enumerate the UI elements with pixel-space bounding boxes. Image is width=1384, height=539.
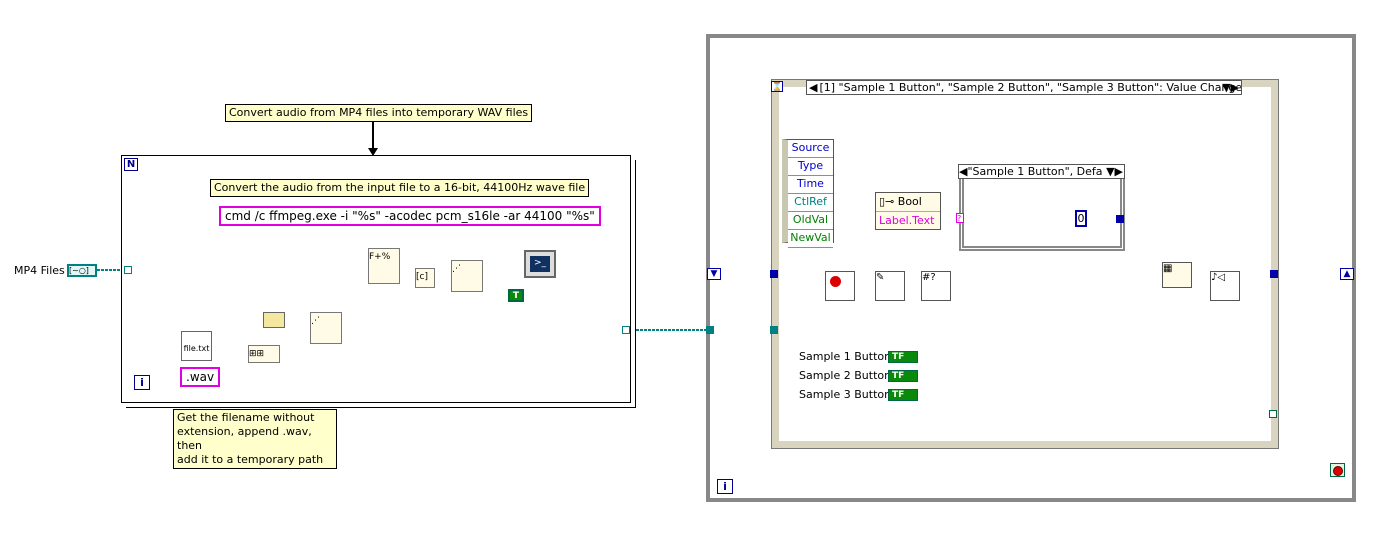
concat-icon: ⊞⊞ bbox=[249, 349, 265, 359]
temp-dir-folder-icon[interactable] bbox=[263, 312, 285, 328]
zero-constant[interactable]: 0 bbox=[1075, 210, 1087, 227]
event-data-type[interactable]: Type bbox=[788, 158, 833, 176]
case-selector[interactable]: ◀"Sample 1 Button", Defa ▼▶ bbox=[958, 164, 1125, 179]
loop-count-terminal[interactable]: N bbox=[124, 158, 138, 171]
comment-line-1: Get the filename without bbox=[177, 411, 315, 424]
case-tunnel bbox=[1116, 215, 1124, 223]
tunnel-out bbox=[622, 326, 630, 334]
sound-output-info-node[interactable]: #? bbox=[921, 271, 951, 301]
build-path-icon: ⋰ bbox=[452, 264, 461, 274]
cmd-string-constant[interactable]: cmd /c ffmpeg.exe -i "%s" -acodec pcm_s1… bbox=[219, 206, 601, 226]
mp4-files-control[interactable]: [~○] bbox=[67, 264, 97, 277]
property-node[interactable]: ▯⊸ Bool Label.Text bbox=[875, 192, 941, 230]
property-label-text[interactable]: Label.Text bbox=[876, 212, 940, 229]
comment-filename: Get the filename without extension, appe… bbox=[173, 409, 337, 469]
speaker-icon: ♪◁ bbox=[1211, 272, 1226, 283]
index-array-node[interactable]: ▦ bbox=[1162, 262, 1192, 288]
comment-line-3: add it to a temporary path bbox=[177, 453, 324, 466]
shift-register-right[interactable]: ▲ bbox=[1340, 268, 1354, 280]
wav-string-constant[interactable]: .wav bbox=[180, 367, 221, 387]
event-selector-label: [1] "Sample 1 Button", "Sample 2 Button"… bbox=[819, 81, 1242, 94]
stop-icon bbox=[1332, 466, 1343, 476]
record-icon bbox=[830, 276, 841, 287]
comment-wave-format: Convert the audio from the input file to… bbox=[210, 179, 590, 197]
true-constant[interactable]: T bbox=[508, 289, 524, 302]
prev-event-icon[interactable]: ◀ bbox=[807, 81, 819, 94]
stop-tunnel bbox=[1269, 410, 1277, 418]
case-selector-terminal: ? bbox=[956, 213, 964, 223]
case-dropdown-icon[interactable]: ▼▶ bbox=[1106, 165, 1123, 178]
event-data-ctlref[interactable]: CtlRef bbox=[788, 194, 833, 212]
case-selector-label: "Sample 1 Button", Defa bbox=[967, 165, 1103, 178]
event-path-tunnel bbox=[770, 326, 778, 334]
shift-register-left[interactable]: ▼ bbox=[707, 268, 721, 280]
event-selector[interactable]: ◀ [1] "Sample 1 Button", "Sample 2 Button… bbox=[806, 80, 1242, 95]
array-icon: ▦ bbox=[1163, 263, 1173, 274]
refnum-icon: ▯⊸ bbox=[879, 195, 895, 208]
sample-1-button-label: Sample 1 Button bbox=[799, 350, 892, 363]
event-data-newval[interactable]: NewVal bbox=[788, 230, 833, 248]
play-sound-file-node[interactable]: ♪◁ bbox=[1210, 271, 1240, 301]
tunnel-while-in bbox=[706, 326, 714, 334]
default-dir-node[interactable]: [c] bbox=[415, 268, 435, 288]
while-iteration-terminal[interactable]: i bbox=[717, 479, 733, 494]
info-icon: #? bbox=[922, 272, 936, 283]
system-exec-node[interactable]: >_ bbox=[524, 250, 556, 278]
timeout-terminal[interactable]: ⌛ bbox=[771, 81, 783, 92]
tunnel-mp4 bbox=[124, 266, 132, 274]
property-class-label: Bool bbox=[897, 195, 922, 208]
sample-3-button-terminal[interactable]: TF bbox=[888, 389, 918, 401]
path-constant-icon: [c] bbox=[416, 272, 428, 282]
terminal-icon: >_ bbox=[530, 256, 550, 272]
event-data-oldval[interactable]: OldVal bbox=[788, 212, 833, 230]
event-data-source[interactable]: Source bbox=[788, 140, 833, 158]
eraser-icon: ✎ bbox=[876, 272, 885, 283]
format-into-string-node[interactable]: F+% bbox=[368, 248, 400, 284]
sample-1-button-terminal[interactable]: TF bbox=[888, 351, 918, 363]
event-data-node: Source Type Time CtlRef OldVal NewVal bbox=[782, 139, 834, 248]
path-icon: [~○] bbox=[69, 266, 89, 275]
comment-convert-audio: Convert audio from MP4 files into tempor… bbox=[225, 104, 533, 122]
sample-3-button-label: Sample 3 Button bbox=[799, 388, 892, 401]
strip-extension-node[interactable]: file.txt bbox=[181, 331, 212, 361]
build-path-node[interactable]: ⋰ bbox=[451, 260, 483, 292]
sample-2-button-label: Sample 2 Button bbox=[799, 369, 892, 382]
file-icon-label: file.txt bbox=[183, 344, 210, 353]
comment-line-2: extension, append .wav, then bbox=[177, 425, 312, 452]
sound-output-clear-node[interactable]: ✎ bbox=[875, 271, 905, 301]
stop-terminal[interactable] bbox=[1330, 463, 1345, 477]
event-data-time[interactable]: Time bbox=[788, 176, 833, 194]
build-path-icon: ⋰ bbox=[311, 316, 320, 326]
build-temp-path-node[interactable]: ⋰ bbox=[310, 312, 342, 344]
event-tunnel-in bbox=[770, 270, 778, 278]
sample-2-button-terminal[interactable]: TF bbox=[888, 370, 918, 382]
concat-strings-node[interactable]: ⊞⊞ bbox=[248, 345, 280, 363]
stop-sound-node[interactable] bbox=[825, 271, 855, 301]
format-icon: F+% bbox=[369, 252, 391, 262]
loop-iteration-terminal[interactable]: i bbox=[134, 375, 150, 390]
event-tunnel-out bbox=[1270, 270, 1278, 278]
event-dropdown-icon[interactable]: ▼▶ bbox=[1222, 81, 1239, 94]
mp4-files-label: MP4 Files bbox=[14, 264, 65, 277]
